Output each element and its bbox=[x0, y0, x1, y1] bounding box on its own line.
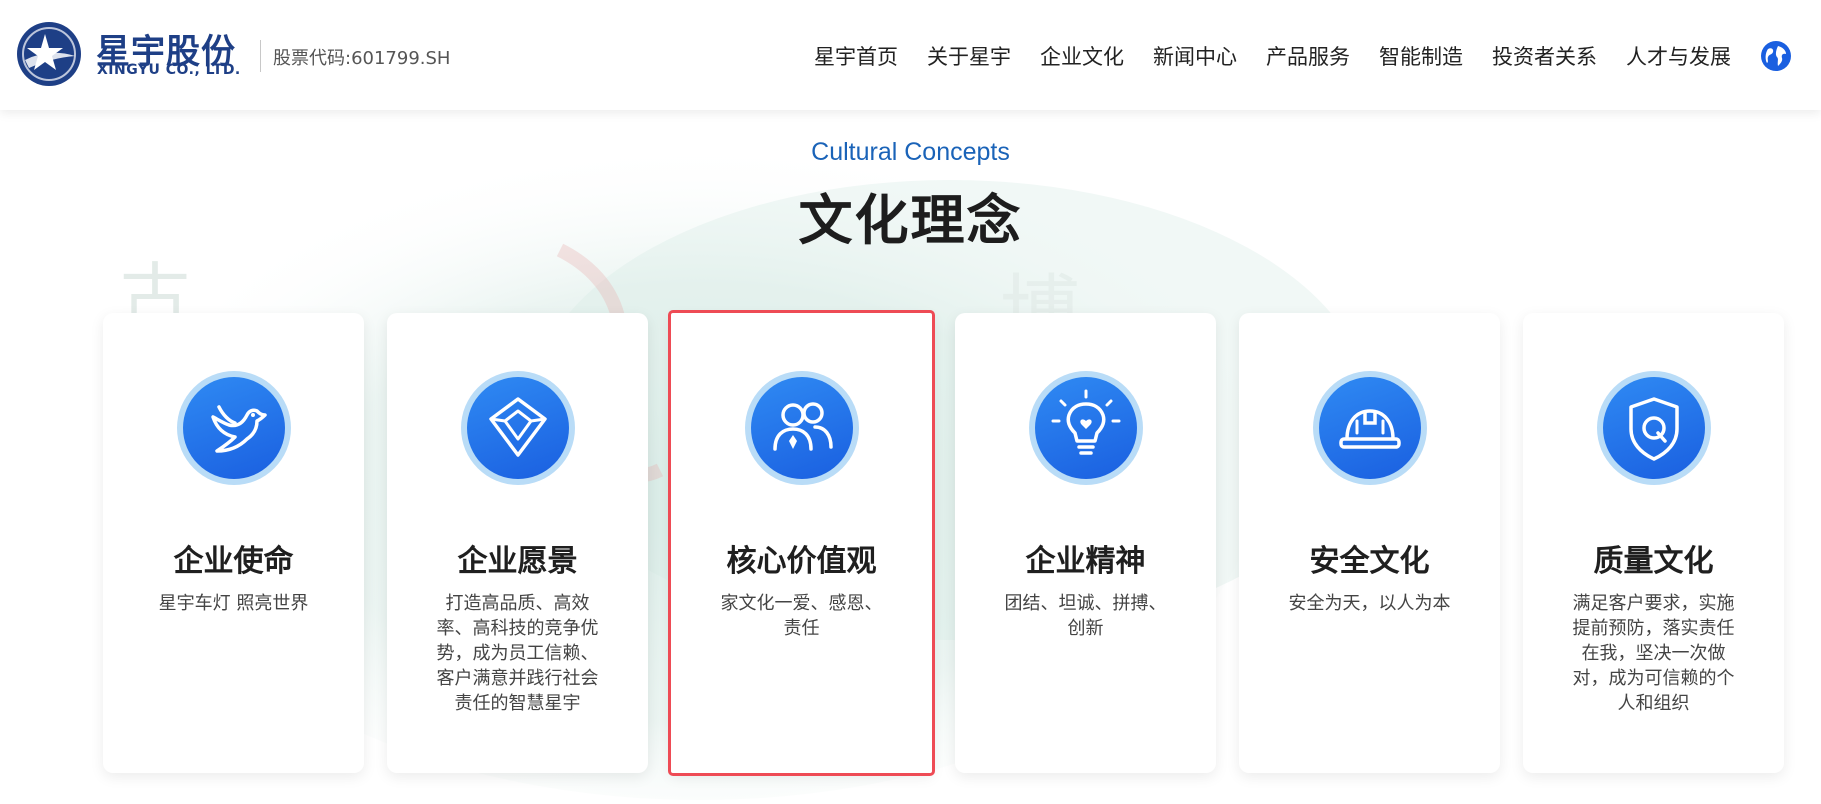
card-description: 满足客户要求，实施提前预防，落实责任在我，坚决一次做对，成为可信赖的个人和组织 bbox=[1572, 593, 1735, 714]
people-icon bbox=[772, 402, 833, 451]
card-title: 企业精神 bbox=[1025, 544, 1146, 579]
nav-item-culture[interactable]: 企业文化 bbox=[1040, 41, 1124, 71]
card-core-values[interactable]: 核心价值观 家文化一爱、感恩、责任 bbox=[668, 310, 935, 776]
card-title: 质量文化 bbox=[1593, 544, 1714, 579]
helmet-icon bbox=[1338, 409, 1401, 449]
shield-q-icon bbox=[1628, 397, 1679, 461]
culture-cards: 企业使命 星宇车灯 照亮世界 企业愿景 打造高品质、高效率、高科技的竞争优势，成… bbox=[103, 310, 1784, 776]
card-description: 星宇车灯 照亮世界 bbox=[158, 593, 309, 614]
nav-item-home[interactable]: 星宇首页 bbox=[814, 41, 898, 71]
globe-icon[interactable] bbox=[1760, 40, 1792, 72]
section-subtitle: Cultural Concepts bbox=[811, 138, 1010, 166]
card-description: 打造高品质、高效率、高科技的竞争优势，成为员工信赖、客户满意并践行社会责任的智慧… bbox=[436, 593, 599, 714]
card-description: 家文化一爱、感恩、责任 bbox=[720, 593, 883, 639]
card-vision[interactable]: 企业愿景 打造高品质、高效率、高科技的竞争优势，成为员工信赖、客户满意并践行社会… bbox=[387, 313, 648, 773]
lightbulb-icon bbox=[1051, 389, 1120, 455]
logo-divider bbox=[260, 40, 261, 72]
nav-item-talent[interactable]: 人才与发展 bbox=[1626, 41, 1731, 71]
diamond-icon bbox=[488, 397, 547, 457]
nav-item-manufacturing[interactable]: 智能制造 bbox=[1379, 41, 1463, 71]
card-mission[interactable]: 企业使命 星宇车灯 照亮世界 bbox=[103, 313, 364, 773]
xingyu-logo-icon[interactable] bbox=[15, 20, 83, 88]
card-spirit[interactable]: 企业精神 团结、坦诚、拼搏、创新 bbox=[955, 313, 1216, 773]
card-title: 安全文化 bbox=[1309, 544, 1430, 579]
card-quality[interactable]: 质量文化 满足客户要求，实施提前预防，落实责任在我，坚决一次做对，成为可信赖的个… bbox=[1523, 313, 1784, 773]
card-title: 企业愿景 bbox=[457, 544, 578, 579]
card-safety[interactable]: 安全文化 安全为天，以人为本 bbox=[1239, 313, 1500, 773]
nav-item-investors[interactable]: 投资者关系 bbox=[1492, 41, 1597, 71]
section-title: 文化理念 bbox=[798, 189, 1023, 252]
logo-english-name: XINGYU CO., LTD. bbox=[97, 62, 241, 78]
card-title: 企业使命 bbox=[173, 544, 294, 579]
dove-icon bbox=[210, 405, 267, 453]
card-description: 安全为天，以人为本 bbox=[1288, 593, 1451, 614]
stock-code: 股票代码:601799.SH bbox=[273, 48, 451, 69]
card-description: 团结、坦诚、拼搏、创新 bbox=[1004, 593, 1167, 639]
site-header: 星宇股份 XINGYU CO., LTD. 股票代码:601799.SH 星宇首… bbox=[0, 0, 1821, 110]
nav-item-about[interactable]: 关于星宇 bbox=[927, 41, 1011, 71]
card-title: 核心价值观 bbox=[726, 544, 877, 579]
nav-item-products[interactable]: 产品服务 bbox=[1266, 41, 1350, 71]
nav-item-news[interactable]: 新闻中心 bbox=[1153, 41, 1237, 71]
main-nav: 星宇首页 关于星宇 企业文化 新闻中心 产品服务 智能制造 投资者关系 人才与发… bbox=[814, 40, 1792, 72]
